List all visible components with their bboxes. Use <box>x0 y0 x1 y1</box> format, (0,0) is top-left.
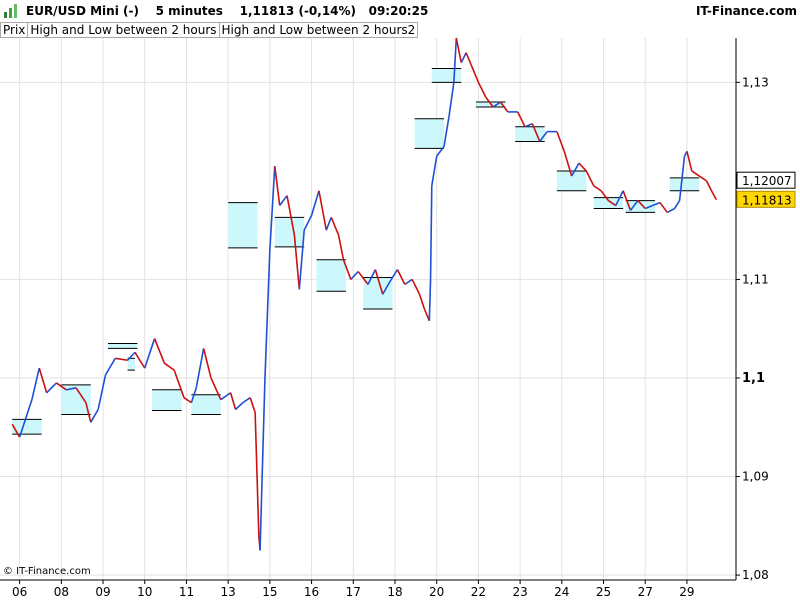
chart-logo-icon <box>4 4 17 18</box>
y-tick-label: 1,09 <box>742 470 769 484</box>
symbol-label: EUR/USD Mini (-) <box>26 4 139 18</box>
range-box <box>191 394 221 415</box>
brand-label[interactable]: IT-Finance.com <box>696 4 797 18</box>
x-tick-label: 08 <box>54 585 69 599</box>
indicator-legend: Prix High and Low between 2 hours High a… <box>0 22 419 38</box>
chart-header: EUR/USD Mini (-) 5 minutes 1,11813 (-0,1… <box>0 0 800 22</box>
range-box <box>414 118 445 149</box>
x-tick-label: 10 <box>137 585 152 599</box>
range-box <box>316 259 346 292</box>
x-tick-label: 09 <box>95 585 110 599</box>
x-tick-label: 27 <box>638 585 653 599</box>
y-tick-label: 1,1 <box>742 371 765 386</box>
legend-item-high-low-1[interactable]: High and Low between 2 hours <box>27 22 220 38</box>
last-price-label: 1,11813 <box>742 193 792 207</box>
x-tick-label: 23 <box>512 585 527 599</box>
x-tick-label: 17 <box>346 585 361 599</box>
x-tick-label: 16 <box>304 585 319 599</box>
x-tick-label: 18 <box>387 585 402 599</box>
x-tick-label: 15 <box>262 585 277 599</box>
x-tick-label: 24 <box>554 585 569 599</box>
range-box <box>228 202 258 248</box>
x-tick-label: 22 <box>471 585 486 599</box>
range-box <box>431 68 462 83</box>
x-tick-label: 20 <box>429 585 444 599</box>
x-tick-label: 13 <box>221 585 236 599</box>
range-box <box>363 277 393 309</box>
chart-title: EUR/USD Mini (-) 5 minutes 1,11813 (-0,1… <box>26 4 428 18</box>
y-tick-label: 1,13 <box>742 75 769 89</box>
copyright-label: © IT-Finance.com <box>3 566 91 577</box>
x-tick-label: 29 <box>679 585 694 599</box>
range-box <box>669 177 700 191</box>
y-tick-label: 1,11 <box>742 272 769 286</box>
legend-item-high-low-2[interactable]: High and Low between 2 hours2 <box>218 22 419 38</box>
range-box <box>515 126 545 142</box>
interval-label: 5 minutes <box>155 4 223 18</box>
x-tick-label: 06 <box>12 585 27 599</box>
x-tick-label: 11 <box>179 585 194 599</box>
price-chart[interactable]: 1,13 1,11 1,1 1,09 1,08 06 08 09 10 11 13 15 16 17 18 2… <box>0 0 800 600</box>
range-box <box>107 343 138 349</box>
time-label: 09:20:25 <box>368 4 429 18</box>
legend-item-price[interactable]: Prix <box>0 22 29 38</box>
last-change-label: 1,11813 (-0,14%) <box>239 4 357 18</box>
ref-price-label: 1,12007 <box>742 174 792 188</box>
y-tick-label: 1,08 <box>742 568 769 582</box>
range-box <box>152 389 182 411</box>
x-tick-label: 25 <box>596 585 611 599</box>
range-box <box>274 217 305 247</box>
